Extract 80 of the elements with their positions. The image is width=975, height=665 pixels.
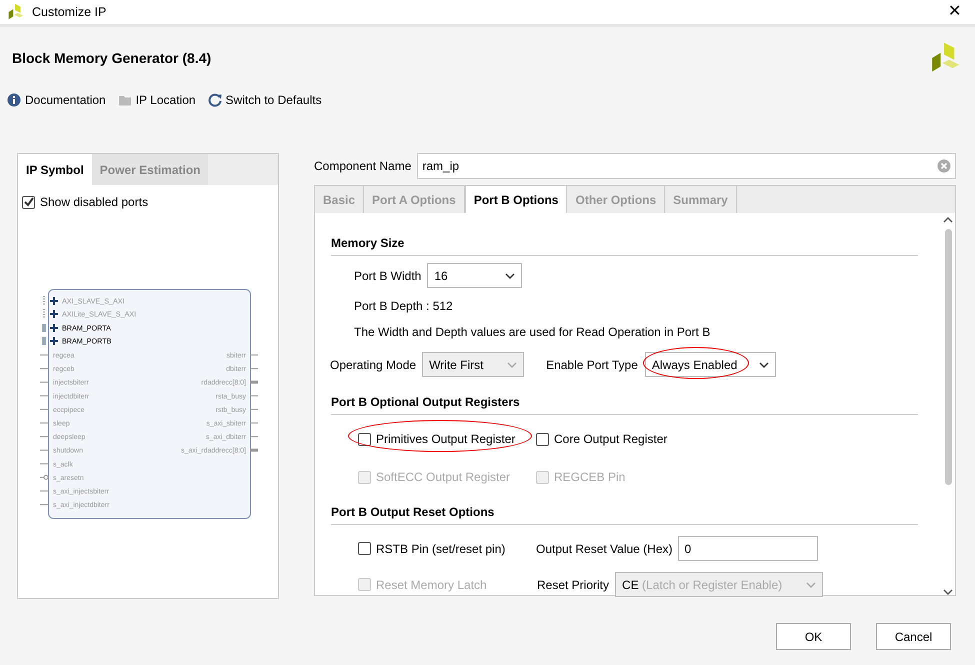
text-field[interactable]: ram_ip (417, 153, 956, 179)
checkbox-label: Reset Memory Latch (376, 576, 487, 594)
panel-tab[interactable]: IP Symbol (18, 154, 92, 185)
toolbar-button[interactable]: Switch to Defaults (208, 91, 322, 109)
pin-line (250, 408, 258, 410)
pin-line (40, 504, 48, 506)
scroll-down-icon[interactable] (943, 589, 953, 595)
expand-icon[interactable] (49, 296, 59, 306)
dialog-button[interactable]: Cancel (876, 623, 951, 650)
toolbar-button[interactable]: Documentation (7, 91, 106, 109)
section-title: Port B Optional Output Registers (331, 393, 918, 415)
pin-line (250, 422, 258, 424)
toolbar-label: IP Location (136, 92, 196, 109)
field-label: Component Name (314, 158, 412, 175)
scroll-thumb[interactable] (944, 229, 952, 485)
interface-connector (42, 324, 46, 332)
pin-line (40, 474, 48, 480)
close-button[interactable]: ✕ (942, 0, 967, 25)
dialog-button[interactable]: OK (776, 623, 851, 650)
field-label: Enable Port Type (546, 356, 638, 374)
field-value: ram_ip (422, 158, 460, 175)
text-field[interactable]: 0 (678, 536, 818, 561)
refresh-icon (208, 93, 222, 107)
pin-line (40, 490, 48, 492)
folder-icon (118, 93, 132, 107)
dropdown[interactable]: Always Enabled (644, 352, 776, 377)
pin-line (250, 448, 258, 452)
info-icon (7, 93, 21, 107)
pin-line (40, 463, 48, 464)
section-title: Memory Size (331, 234, 918, 256)
pin-line (40, 408, 48, 410)
toolbar-button[interactable]: IP Location (118, 91, 196, 109)
info-text: The Width and Depth values are used for Read Operation in Port B (354, 324, 712, 341)
caret-icon (507, 362, 518, 368)
pin-line (250, 395, 258, 396)
section-title: Port B Output Reset Options (331, 503, 918, 525)
checkbox-label: RSTB Pin (set/reset pin) (376, 540, 506, 558)
toolbar-label: Switch to Defaults (226, 92, 322, 109)
pin-line (40, 450, 48, 451)
expand-icon[interactable] (49, 336, 59, 346)
checkbox[interactable] (536, 432, 549, 446)
pin-line (250, 368, 258, 370)
tab[interactable]: Port B Options (464, 186, 568, 213)
logo-icon (6, 3, 24, 21)
checkbox-label: Primitives Output Register (376, 431, 516, 448)
dropdown-disabled: Write First (422, 352, 524, 377)
pin-line (40, 354, 48, 356)
toolbar-label: Documentation (25, 92, 106, 109)
checkbox[interactable] (22, 196, 35, 208)
dropdown-disabled: CE (Latch or Register Enable) (615, 572, 824, 597)
checkbox-label: SoftECC Output Register (376, 469, 510, 486)
field-label: Port B Width (354, 268, 422, 284)
interface-connector (42, 336, 46, 346)
dropdown[interactable]: 16 (427, 263, 522, 288)
checkbox[interactable] (358, 542, 371, 555)
pin-line (40, 436, 48, 438)
checkbox[interactable] (358, 432, 371, 446)
pin-line (40, 368, 48, 370)
pin-line (40, 395, 48, 396)
pin-line (40, 422, 48, 424)
caret-icon (758, 362, 769, 368)
info-text: Port B Depth : 512 (354, 298, 454, 315)
check-icon (24, 197, 34, 207)
checkbox-label: Core Output Register (554, 431, 668, 448)
window-title: Customize IP (32, 4, 106, 21)
caret-icon (505, 272, 516, 278)
dialog-title: Block Memory Generator (8.4) (12, 48, 212, 68)
pin-line (250, 436, 258, 438)
pin-line (250, 354, 258, 356)
scroll-up-icon[interactable] (943, 217, 953, 223)
pin-line (250, 380, 258, 384)
pin-line (40, 382, 48, 383)
field-label: Operating Mode (330, 356, 416, 374)
checkbox-label: Show disabled ports (40, 194, 148, 211)
expand-icon[interactable] (49, 309, 59, 319)
expand-icon[interactable] (49, 323, 59, 333)
caret-icon (806, 582, 816, 588)
checkbox-label: REGCEB Pin (554, 469, 626, 486)
field-label: Output Reset Value (Hex) (536, 540, 673, 558)
field-label: Reset Priority (537, 576, 610, 594)
